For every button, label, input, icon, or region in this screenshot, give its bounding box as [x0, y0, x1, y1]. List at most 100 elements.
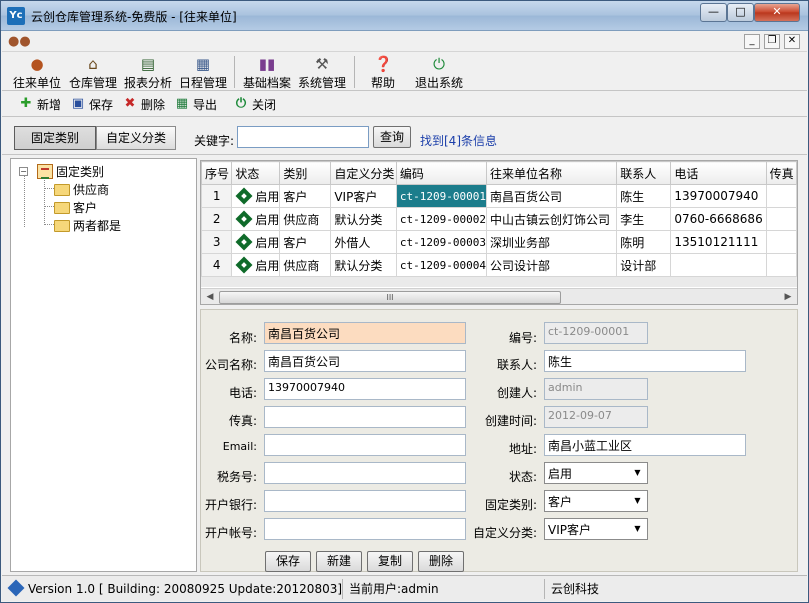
- collapse-icon[interactable]: −: [19, 167, 28, 176]
- grid-empty-area: [201, 277, 797, 287]
- col-header-custom[interactable]: 自定义分类: [330, 161, 397, 185]
- tree-item-customer[interactable]: 客户: [54, 199, 97, 216]
- category-cell: 客户: [279, 230, 332, 254]
- col-header-contact[interactable]: 联系人: [616, 161, 672, 185]
- chevron-down-icon[interactable]: ▼: [630, 493, 645, 509]
- keyword-input[interactable]: [237, 126, 369, 148]
- toolbar-contacts[interactable]: ● 往来单位: [10, 53, 64, 91]
- name-field[interactable]: 南昌百货公司: [264, 322, 466, 344]
- floppy-icon: ▣: [71, 96, 85, 111]
- search-button[interactable]: 查询: [373, 126, 411, 148]
- toolbar-system[interactable]: ⚒ 系统管理: [295, 53, 349, 91]
- toolbar-schedule[interactable]: ▦ 日程管理: [176, 53, 230, 91]
- maximize-button[interactable]: □: [727, 3, 754, 22]
- tax-label: 税务号:: [216, 470, 257, 484]
- col-header-code[interactable]: 编码: [395, 161, 488, 185]
- contact-cell: 李生: [616, 207, 672, 231]
- close-button[interactable]: ⏻ 关闭: [233, 95, 276, 113]
- plus-icon: ✚: [20, 96, 32, 111]
- category-root-icon: [37, 164, 53, 179]
- window-title: 云创仓库管理系统-免费版 - [往来单位]: [31, 10, 237, 24]
- toolbar-separator: [354, 56, 355, 88]
- status-select[interactable]: 启用 ▼: [544, 462, 648, 484]
- tree-guide: [44, 188, 54, 189]
- form-new-button[interactable]: 新建: [316, 551, 362, 572]
- form-save-button[interactable]: 保存: [265, 551, 311, 572]
- tree-item-both[interactable]: 两者都是: [54, 217, 121, 234]
- scroll-thumb[interactable]: III: [219, 291, 561, 304]
- tree-guide: [44, 206, 54, 207]
- scroll-left-icon[interactable]: ◀: [204, 291, 216, 303]
- horizontal-scrollbar[interactable]: ◀ III ▶: [201, 288, 797, 304]
- tree-item-supplier[interactable]: 供应商: [54, 181, 109, 198]
- table-row[interactable]: 3 启用 客户 外借人 ct-1209-00003 深圳业务部 陈明 13510…: [201, 230, 797, 254]
- col-header-name[interactable]: 往来单位名称: [485, 161, 618, 185]
- custom-category-select[interactable]: VIP客户 ▼: [544, 518, 648, 540]
- toolbar-label: 退出系统: [414, 76, 463, 90]
- new-button[interactable]: ✚ 新增: [18, 95, 61, 113]
- address-field[interactable]: 南昌小蓝工业区: [544, 434, 746, 456]
- contact-field[interactable]: 陈生: [544, 350, 746, 372]
- mdi-minimize-button[interactable]: _: [744, 34, 760, 49]
- row-number: 4: [201, 253, 233, 277]
- toolbar-warehouse[interactable]: ⌂ 仓库管理: [66, 53, 120, 91]
- current-user: 当前用户:admin: [345, 579, 545, 599]
- phone-field[interactable]: 13970007940: [264, 378, 466, 400]
- app-window: Yc 云创仓库管理系统-免费版 - [往来单位] — □ ✕ ●● _ ❐ ✕ …: [0, 0, 809, 603]
- books-icon: ▮▮: [258, 55, 276, 73]
- row-number: 2: [201, 207, 233, 231]
- company-field[interactable]: 南昌百货公司: [264, 350, 466, 372]
- created-label: 创建时间:: [484, 414, 537, 428]
- email-field[interactable]: [264, 434, 466, 456]
- form-delete-button[interactable]: 删除: [418, 551, 464, 572]
- filter-bar: 固定类别 自定义分类 关键字: 查询 找到[4]条信息: [2, 118, 807, 155]
- account-field[interactable]: [264, 518, 466, 540]
- new-label: 新增: [37, 97, 62, 112]
- form-copy-button[interactable]: 复制: [367, 551, 413, 572]
- custom-category-tab[interactable]: 自定义分类: [96, 126, 176, 150]
- folder-icon: [54, 219, 70, 232]
- fixed-category-select[interactable]: 客户 ▼: [544, 490, 648, 512]
- minimize-button[interactable]: —: [700, 3, 727, 22]
- mdi-restore-button[interactable]: ❐: [764, 34, 780, 49]
- mdi-close-button[interactable]: ✕: [784, 34, 800, 49]
- status-text: 启用: [255, 235, 280, 250]
- save-button[interactable]: ▣ 保存: [70, 95, 113, 113]
- status-bar: Version 1.0 [ Building: 20080925 Update:…: [2, 575, 807, 601]
- export-button[interactable]: ▦ 导出: [174, 95, 217, 113]
- col-header-no[interactable]: 序号: [201, 161, 233, 185]
- tree-root-fixed-category[interactable]: − 固定类别: [19, 163, 104, 180]
- col-header-status[interactable]: 状态: [231, 161, 281, 185]
- toolbar-reports[interactable]: ▤ 报表分析: [121, 53, 175, 91]
- calendar-icon: ▦: [195, 55, 211, 73]
- toolbar-exit[interactable]: ⏻ 退出系统: [412, 53, 466, 91]
- version-info: Version 1.0 [ Building: 20080925 Update:…: [6, 579, 343, 599]
- table-row[interactable]: 4 启用 供应商 默认分类 ct-1209-00004 公司设计部 设计部: [201, 253, 797, 277]
- col-header-category[interactable]: 类别: [279, 161, 332, 185]
- bank-field[interactable]: [264, 490, 466, 512]
- status-text: 启用: [255, 258, 280, 273]
- tax-field[interactable]: [264, 462, 466, 484]
- table-row[interactable]: 1 启用 客户 VIP客户 ct-1209-00001 南昌百货公司 陈生 13…: [201, 184, 797, 208]
- custom-cell: 外借人: [330, 230, 397, 254]
- scroll-right-icon[interactable]: ▶: [782, 291, 794, 303]
- fax-field[interactable]: [264, 406, 466, 428]
- chevron-down-icon[interactable]: ▼: [630, 521, 645, 537]
- address-label: 地址:: [508, 442, 537, 456]
- col-header-fax[interactable]: 传真: [765, 161, 797, 185]
- contact-label: 联系人:: [496, 358, 537, 372]
- x-icon: ✖: [124, 96, 136, 111]
- delete-button[interactable]: ✖ 删除: [122, 95, 165, 113]
- custom-category-value: VIP客户: [548, 523, 591, 537]
- toolbar-base-archive[interactable]: ▮▮ 基础档案: [240, 53, 294, 91]
- table-row[interactable]: 2 启用 供应商 默认分类 ct-1209-00002 中山古镇云创灯饰公司 李…: [201, 207, 797, 231]
- delete-label: 删除: [141, 97, 166, 112]
- code-field: ct-1209-00001: [544, 322, 648, 344]
- toolbar-help[interactable]: ❓ 帮助: [362, 53, 404, 91]
- close-window-button[interactable]: ✕: [754, 3, 800, 22]
- fixed-category-tab[interactable]: 固定类别: [14, 126, 96, 150]
- company-label: 公司名称:: [204, 358, 257, 372]
- col-header-phone[interactable]: 电话: [670, 161, 767, 185]
- exit-icon: ⏻: [433, 55, 445, 73]
- chevron-down-icon[interactable]: ▼: [630, 465, 645, 481]
